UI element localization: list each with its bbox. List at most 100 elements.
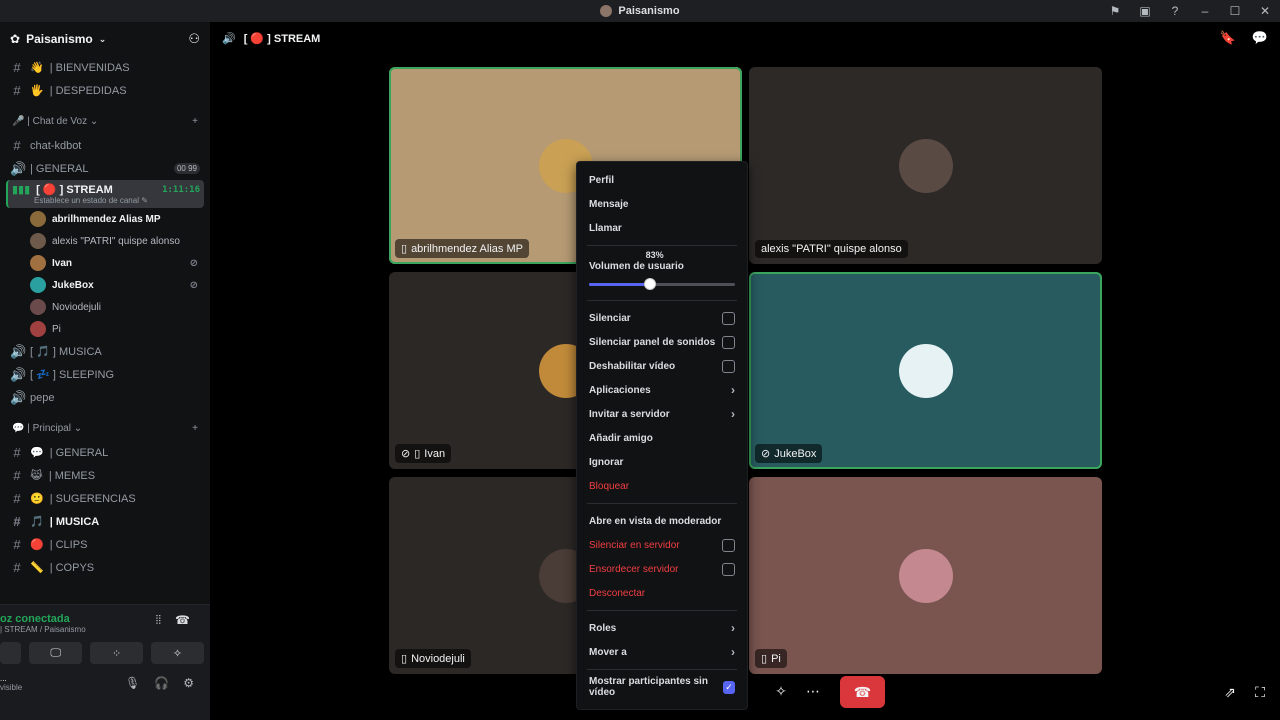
voice-channel-item[interactable]: # chat-kdbot [0, 134, 210, 157]
menu-item-block[interactable]: Bloquear [583, 474, 741, 498]
maximize-button[interactable]: ☐ [1220, 4, 1250, 18]
channel-item[interactable]: # 🙂 | SUGERENCIAS [0, 487, 210, 510]
channel-label: chat-kdbot [30, 139, 82, 152]
monitor-icon[interactable]: ▣ [1130, 4, 1160, 18]
soundboard-control-button[interactable]: ✧ [768, 678, 794, 704]
channel-label: [ 💤 ] SLEEPING [30, 369, 114, 381]
camera-button[interactable] [0, 642, 22, 664]
voice-member[interactable]: Ivan ⊘ [0, 252, 210, 274]
avatar [30, 277, 46, 293]
channel-label: | GENERAL [30, 162, 89, 175]
channel-label: pepe [30, 391, 55, 404]
voice-channel-item[interactable]: 🔊 | GENERAL 00 99 [0, 157, 210, 180]
channel-item[interactable]: # 🔴 | CLIPS [0, 533, 210, 556]
volume-slider-handle[interactable] [643, 278, 656, 290]
add-channel-icon[interactable]: + [192, 116, 198, 127]
checkbox[interactable] [722, 562, 735, 576]
menu-item-disconnect[interactable]: Desconectar [583, 581, 741, 605]
chevron-right-icon: › [731, 621, 735, 635]
menu-item-perfil[interactable]: Perfil [583, 168, 741, 192]
menu-item-check-label: Deshabilitar vídeo [589, 360, 676, 372]
channel-item[interactable]: # 😹 | MEMES [0, 464, 210, 487]
channel-item[interactable]: # 🎵 | MUSICA [0, 510, 210, 533]
voice-member[interactable]: abrilhmendez Alias MP [0, 208, 210, 230]
checkbox[interactable] [722, 538, 735, 552]
channel-item[interactable]: # 📏 | COPYS [0, 556, 210, 579]
inbox-icon[interactable]: ⚑ [1100, 4, 1130, 18]
checkbox[interactable] [722, 359, 735, 373]
menu-item-llamar[interactable]: Llamar [583, 216, 741, 240]
menu-item-submenu[interactable]: Aplicaciones › [583, 378, 741, 402]
bookmark-icon[interactable]: 🔖 [1220, 30, 1236, 46]
muted-mic-icon: ⊘ [401, 448, 411, 460]
settings-gear-icon[interactable]: ⚙ [183, 676, 194, 690]
popout-icon[interactable]: ⇗ [1220, 682, 1240, 702]
user-volume-control[interactable]: Volumen de usuario 83% [583, 247, 741, 295]
voice-member[interactable]: Noviodejuli [0, 296, 210, 318]
member-name: JukeBox [52, 279, 94, 291]
disconnect-icon[interactable]: ☎ [175, 613, 190, 634]
menu-item-submenu[interactable]: Invitar a servidor › [583, 402, 741, 426]
menu-item-submenu[interactable]: Mover a › [583, 640, 741, 664]
menu-item-mensaje[interactable]: Mensaje [583, 192, 741, 216]
menu-item-check[interactable]: Deshabilitar vídeo [583, 354, 741, 378]
menu-item-moderator-view[interactable]: Abre en vista de moderador [583, 509, 741, 533]
add-member-icon[interactable]: ⚇ [188, 31, 200, 47]
chat-icon[interactable]: 💬 [1252, 30, 1268, 46]
checkbox[interactable] [722, 335, 735, 349]
menu-divider [587, 610, 737, 611]
channel-item[interactable]: # 🖐 | DESPEDIDAS [0, 79, 210, 102]
menu-item-mod-check-label: Ensordecer servidor [589, 563, 679, 575]
end-call-button[interactable]: ☎ [840, 676, 885, 708]
voice-member[interactable]: JukeBox ⊘ [0, 274, 210, 296]
soundboard-button[interactable]: ✧ [151, 642, 204, 664]
checkbox[interactable] [722, 311, 735, 325]
minimize-button[interactable]: – [1190, 4, 1220, 18]
window-controls: ⚑ ▣ ? – ☐ ✕ [1100, 0, 1280, 22]
menu-item-show-participants[interactable]: Mostrar participantes sin vídeo ✓ [583, 675, 741, 699]
voice-channel-item[interactable]: 🔊 pepe [0, 386, 210, 409]
category-principal[interactable]: 💬 | Principal ⌄ + [0, 415, 210, 441]
microphone-icon[interactable]: 🎙 [125, 676, 140, 690]
channel-emoji: 🖐 [30, 85, 44, 97]
speaker-icon: 🔊 [222, 32, 236, 45]
participant-label: ▯ Pi [755, 649, 787, 668]
menu-item-mod-check[interactable]: Silenciar en servidor [583, 533, 741, 557]
menu-item-check[interactable]: Silenciar [583, 306, 741, 330]
voice-member[interactable]: Pi [0, 318, 210, 340]
participant-tile[interactable]: ⊘ JukeBox [749, 272, 1102, 469]
voice-channel-item[interactable]: 🔊[ 🎵 ] MUSICA [0, 340, 210, 363]
server-header[interactable]: ✿ Paisanismo ⌄ ⚇ [0, 22, 210, 56]
volume-slider[interactable] [589, 278, 735, 290]
channel-label: | DESPEDIDAS [49, 84, 127, 97]
voice-location[interactable]: | STREAM / Paisanismo [0, 625, 86, 634]
category-chat-de-voz[interactable]: 🎤 | Chat de Voz ⌄ + [0, 108, 210, 134]
menu-item-action[interactable]: Añadir amigo [583, 426, 741, 450]
voice-channel-item[interactable]: 🔊[ 💤 ] SLEEPING [0, 363, 210, 386]
channel-label: | MUSICA [49, 515, 100, 528]
channel-item[interactable]: # 💬 | GENERAL [0, 441, 210, 464]
channel-item[interactable]: # 👋 | BIENVENIDAS [0, 56, 210, 79]
menu-item-check[interactable]: Silenciar panel de sonidos [583, 330, 741, 354]
close-button[interactable]: ✕ [1250, 4, 1280, 18]
share-screen-button[interactable]: 🖵 [29, 642, 83, 664]
participant-tile[interactable]: alexis "PATRI" quispe alonso [749, 67, 1102, 264]
channel-status-text[interactable]: Establece un estado de canal [34, 196, 139, 205]
participant-tile[interactable]: ▯ Pi [749, 477, 1102, 674]
voice-member[interactable]: alexis "PATRI" quispe alonso [0, 230, 210, 252]
help-icon[interactable]: ? [1160, 4, 1190, 18]
menu-item-action[interactable]: Ignorar [583, 450, 741, 474]
channel-stream[interactable]: ▮▮▮ [ 🔴 ] STREAM 1:11:16 Establece un es… [6, 180, 204, 208]
add-channel-icon[interactable]: + [192, 423, 198, 434]
more-options-button[interactable]: ⋯ [800, 678, 826, 704]
fullscreen-icon[interactable]: ⛶ [1250, 682, 1270, 702]
chevron-right-icon: › [731, 407, 735, 421]
noise-suppression-icon[interactable]: ⦙⦙ [156, 613, 161, 634]
title-bar: Paisanismo ⚑ ▣ ? – ☐ ✕ [0, 0, 1280, 22]
channel-emoji: 📏 [30, 562, 44, 574]
menu-item-mod-check[interactable]: Ensordecer servidor [583, 557, 741, 581]
headphones-icon[interactable]: 🎧 [154, 676, 169, 690]
menu-item-submenu[interactable]: Roles › [583, 616, 741, 640]
checkbox[interactable]: ✓ [723, 680, 735, 694]
activities-button[interactable]: ⁘ [90, 642, 144, 664]
